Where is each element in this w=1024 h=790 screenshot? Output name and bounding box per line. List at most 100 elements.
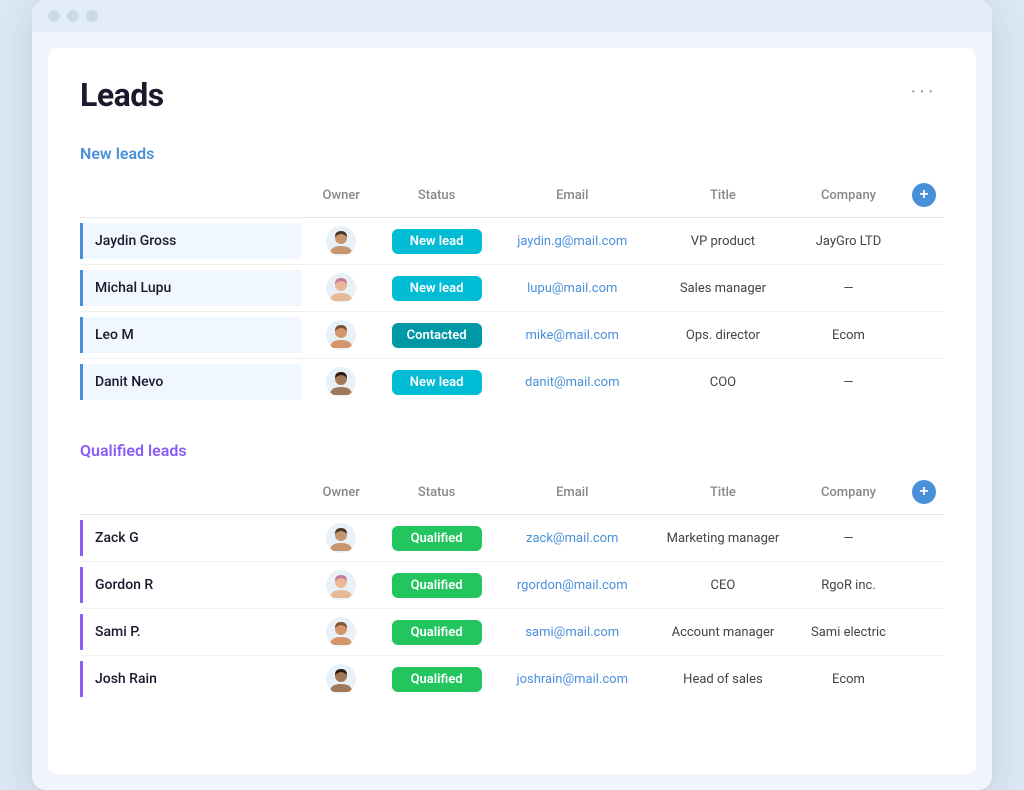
lead-name: Leo M	[95, 327, 134, 343]
table-row[interactable]: Leo M Contacted mike@mail.com Ops. direc…	[80, 312, 944, 359]
avatar	[326, 273, 356, 303]
title-cell: ‎COO	[653, 359, 794, 406]
owner-cell	[301, 265, 381, 312]
col-name-qual	[80, 474, 301, 515]
qualified-leads-header-row: Owner Status Email Title Company +	[80, 474, 944, 515]
dot-3	[86, 10, 98, 22]
col-add-qual: +	[904, 474, 944, 515]
add-new-lead-button[interactable]: +	[912, 183, 936, 207]
status-cell[interactable]: Qualified	[381, 562, 492, 609]
status-badge[interactable]: New lead	[392, 229, 482, 254]
col-title-new: Title	[653, 177, 794, 218]
col-company-qual: Company	[793, 474, 904, 515]
dot-1	[48, 10, 60, 22]
email-cell[interactable]: sami@mail.com	[492, 609, 653, 656]
avatar	[326, 570, 356, 600]
owner-cell	[301, 609, 381, 656]
status-badge[interactable]: Contacted	[392, 323, 482, 348]
lead-name: Michal Lupu	[95, 280, 171, 296]
qualified-leads-title: Qualified leads	[80, 441, 944, 460]
lead-name: Jaydin Gross	[95, 233, 176, 249]
col-owner-qual: Owner	[301, 474, 381, 515]
new-leads-title: New leads	[80, 144, 944, 163]
action-cell	[904, 312, 944, 359]
email-cell[interactable]: jaydin.g@mail.com	[492, 218, 653, 265]
status-cell[interactable]: New lead	[381, 218, 492, 265]
company-cell: Sami electric	[793, 609, 904, 656]
company-cell: Ecom	[793, 656, 904, 703]
new-leads-section: New leads Owner Status Email Title Compa…	[80, 144, 944, 405]
email-cell[interactable]: lupu@mail.com	[492, 265, 653, 312]
col-email-new: Email	[492, 177, 653, 218]
qualified-leads-table: Owner Status Email Title Company + Zack …	[80, 474, 944, 702]
table-row[interactable]: Sami P. Qualified sami@mail.com Account …	[80, 609, 944, 656]
status-badge[interactable]: Qualified	[392, 620, 482, 645]
col-company-new: Company	[793, 177, 904, 218]
lead-name: Danit Nevo	[95, 374, 163, 390]
title-cell: VP product	[653, 218, 794, 265]
avatar	[326, 664, 356, 694]
action-cell	[904, 562, 944, 609]
status-cell[interactable]: New lead	[381, 265, 492, 312]
status-cell[interactable]: Qualified	[381, 515, 492, 562]
avatar	[326, 617, 356, 647]
name-cell: Danit Nevo	[80, 359, 301, 406]
table-row[interactable]: Jaydin Gross New lead jaydin.g@mail.com …	[80, 218, 944, 265]
lead-name: Gordon R	[95, 577, 153, 593]
qualified-leads-section: Qualified leads Owner Status Email Title…	[80, 441, 944, 702]
email-cell[interactable]: zack@mail.com	[492, 515, 653, 562]
table-row[interactable]: Gordon R Qualified rgordon@mail.com CEO …	[80, 562, 944, 609]
col-add-new: +	[904, 177, 944, 218]
main-content: Leads ··· New leads Owner Status Email T…	[48, 48, 976, 774]
company-cell: RgoR inc.	[793, 562, 904, 609]
owner-cell	[301, 218, 381, 265]
table-row[interactable]: Josh Rain Qualified joshrain@mail.com He…	[80, 656, 944, 703]
avatar	[326, 226, 356, 256]
new-leads-tbody: Jaydin Gross New lead jaydin.g@mail.com …	[80, 218, 944, 406]
name-cell: Leo M	[80, 312, 301, 359]
company-cell: —	[793, 265, 904, 312]
col-status-new: Status	[381, 177, 492, 218]
title-cell: Account manager	[653, 609, 794, 656]
name-cell: Michal Lupu	[80, 265, 301, 312]
status-badge[interactable]: Qualified	[392, 526, 482, 551]
app-window: Leads ··· New leads Owner Status Email T…	[32, 0, 992, 790]
name-cell: Zack G	[80, 515, 301, 562]
company-cell: —	[793, 515, 904, 562]
owner-cell	[301, 562, 381, 609]
status-badge[interactable]: Qualified	[392, 573, 482, 598]
page-title: Leads	[80, 76, 164, 114]
dot-2	[67, 10, 79, 22]
owner-cell	[301, 656, 381, 703]
add-qualified-lead-button[interactable]: +	[912, 480, 936, 504]
company-cell: Ecom	[793, 312, 904, 359]
email-cell[interactable]: joshrain@mail.com	[492, 656, 653, 703]
action-cell	[904, 359, 944, 406]
col-status-qual: Status	[381, 474, 492, 515]
name-cell: Josh Rain	[80, 656, 301, 703]
col-name-new	[80, 177, 301, 218]
status-cell[interactable]: Qualified	[381, 609, 492, 656]
status-cell[interactable]: Contacted	[381, 312, 492, 359]
table-row[interactable]: Zack G Qualified zack@mail.com Marketing…	[80, 515, 944, 562]
action-cell	[904, 265, 944, 312]
status-cell[interactable]: New lead	[381, 359, 492, 406]
status-badge[interactable]: Qualified	[392, 667, 482, 692]
table-row[interactable]: Michal Lupu New lead lupu@mail.com Sales…	[80, 265, 944, 312]
status-cell[interactable]: Qualified	[381, 656, 492, 703]
lead-name: Josh Rain	[95, 671, 157, 687]
avatar	[326, 367, 356, 397]
email-cell[interactable]: danit@mail.com	[492, 359, 653, 406]
email-cell[interactable]: rgordon@mail.com	[492, 562, 653, 609]
table-row[interactable]: Danit Nevo New lead danit@mail.com ‎COO …	[80, 359, 944, 406]
titlebar	[32, 0, 992, 32]
status-badge[interactable]: New lead	[392, 370, 482, 395]
email-cell[interactable]: mike@mail.com	[492, 312, 653, 359]
name-cell: Jaydin Gross	[80, 218, 301, 265]
title-cell: Head of sales	[653, 656, 794, 703]
company-cell: —	[793, 359, 904, 406]
owner-cell	[301, 515, 381, 562]
status-badge[interactable]: New lead	[392, 276, 482, 301]
avatar	[326, 320, 356, 350]
more-button[interactable]: ···	[902, 76, 944, 107]
